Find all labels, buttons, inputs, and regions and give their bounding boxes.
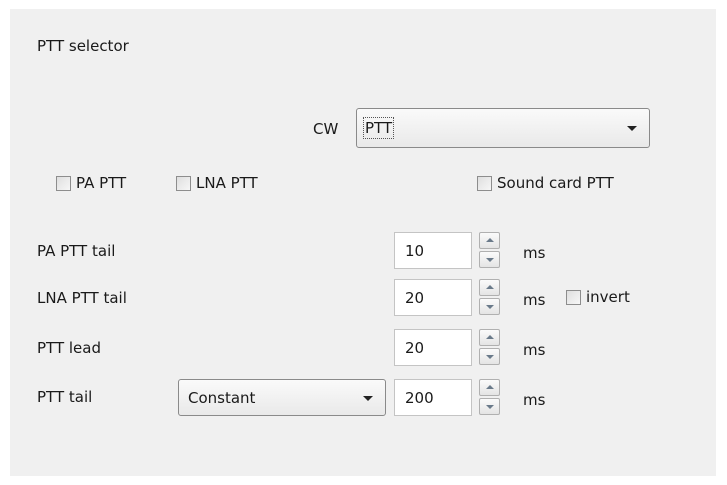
arrow-up-icon [486,285,494,289]
ptt-lead-stepper [479,329,500,366]
pa-ptt-tail-value: 10 [405,241,425,260]
lna-ptt-tail-unit: ms [523,291,546,309]
ptt-settings-panel: PTT selector CW PTT PA PTT LNA PTT Sound… [10,9,716,476]
pa-ptt-tail-increment-button[interactable] [479,232,500,249]
lna-ptt-tail-value: 20 [405,288,425,307]
arrow-up-icon [486,238,494,242]
lna-ptt-tail-input[interactable]: 20 [394,279,472,316]
invert-label: invert [586,288,630,306]
chevron-down-icon [363,395,373,401]
ptt-tail-increment-button[interactable] [479,379,500,396]
arrow-down-icon [486,305,494,309]
pa-ptt-tail-unit: ms [523,244,546,262]
lna-ptt-checkbox[interactable] [176,176,191,191]
pa-ptt-checkbox[interactable] [56,176,71,191]
cw-ptt-select-value: PTT [362,117,395,139]
arrow-up-icon [486,385,494,389]
invert-checkbox[interactable] [566,290,581,305]
cw-label: CW [313,120,339,138]
ptt-tail-decrement-button[interactable] [479,398,500,415]
lna-ptt-tail-stepper [479,279,500,316]
ptt-tail-unit: ms [523,391,546,409]
ptt-lead-increment-button[interactable] [479,329,500,346]
lna-ptt-label: LNA PTT [196,174,258,192]
ptt-lead-decrement-button[interactable] [479,348,500,365]
lna-ptt-tail-decrement-button[interactable] [479,298,500,315]
arrow-down-icon [486,355,494,359]
pa-ptt-tail-label: PA PTT tail [37,242,116,260]
ptt-lead-value: 20 [405,338,425,357]
lna-ptt-tail-increment-button[interactable] [479,279,500,296]
pa-ptt-label: PA PTT [76,174,127,192]
pa-ptt-tail-stepper [479,232,500,269]
ptt-tail-label: PTT tail [37,388,93,406]
arrow-down-icon [486,258,494,262]
sound-card-ptt-checkbox[interactable] [477,176,492,191]
ptt-tail-mode-select[interactable]: Constant [178,379,386,416]
arrow-down-icon [486,405,494,409]
ptt-tail-mode-value: Constant [188,388,256,407]
sound-card-ptt-label: Sound card PTT [497,174,614,192]
ptt-lead-label: PTT lead [37,339,101,357]
pa-ptt-tail-decrement-button[interactable] [479,251,500,268]
ptt-lead-input[interactable]: 20 [394,329,472,366]
ptt-lead-unit: ms [523,341,546,359]
pa-ptt-tail-input[interactable]: 10 [394,232,472,269]
ptt-tail-stepper [479,379,500,416]
chevron-down-icon [627,126,637,131]
ptt-tail-value: 200 [405,388,434,407]
cw-ptt-select[interactable]: PTT [356,108,650,148]
section-title: PTT selector [37,37,129,55]
lna-ptt-tail-label: LNA PTT tail [37,289,127,307]
ptt-tail-input[interactable]: 200 [394,379,472,416]
arrow-up-icon [486,335,494,339]
